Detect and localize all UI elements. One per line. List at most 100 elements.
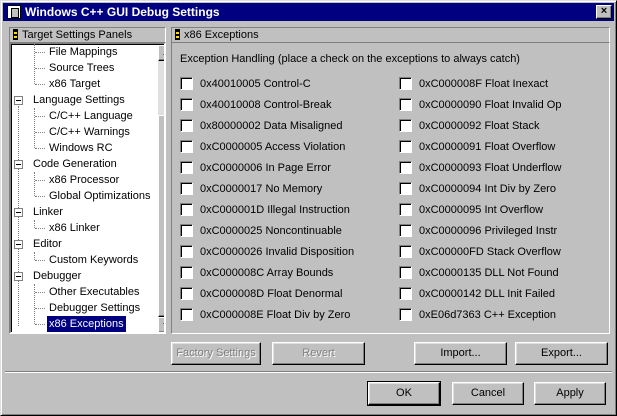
cancel-button[interactable]: Cancel bbox=[452, 382, 524, 405]
exception-checkbox[interactable] bbox=[399, 203, 412, 216]
app-icon bbox=[7, 5, 21, 19]
exception-checkbox[interactable] bbox=[399, 161, 412, 174]
tree-item-linker[interactable]: Linker bbox=[31, 204, 65, 220]
tree-scrollbar[interactable] bbox=[158, 45, 164, 332]
collapse-toggle-editor[interactable] bbox=[14, 240, 23, 249]
tree-guide bbox=[35, 116, 45, 117]
exception-checkbox[interactable] bbox=[399, 245, 412, 258]
scroll-up-button[interactable] bbox=[158, 45, 164, 61]
tree-item-x86-processor[interactable]: x86 Processor bbox=[47, 172, 121, 188]
exception-checkbox[interactable] bbox=[399, 140, 412, 153]
exception-label: 0xC0000026 Invalid Disposition bbox=[200, 246, 355, 258]
exception-label: 0xC000001D Illegal Instruction bbox=[200, 204, 350, 216]
exception-checkbox[interactable] bbox=[399, 77, 412, 90]
tree-item-other-executables[interactable]: Other Executables bbox=[47, 284, 142, 300]
exception-label: 0xC0000135 DLL Not Found bbox=[419, 267, 559, 279]
exception-label: 0x80000002 Data Misaligned bbox=[200, 120, 343, 132]
exception-checkbox[interactable] bbox=[180, 287, 193, 300]
exception-checkbox[interactable] bbox=[180, 119, 193, 132]
exception-checkbox[interactable] bbox=[399, 308, 412, 321]
tree-item-code-generation[interactable]: Code Generation bbox=[31, 156, 119, 172]
exception-checkbox[interactable] bbox=[180, 203, 193, 216]
arrow-up-icon bbox=[163, 51, 164, 55]
exception-checkbox[interactable] bbox=[399, 119, 412, 132]
exception-checkbox[interactable] bbox=[180, 308, 193, 321]
exception-checkbox[interactable] bbox=[180, 98, 193, 111]
exception-checkbox[interactable] bbox=[180, 182, 193, 195]
collapse-toggle-code-generation[interactable] bbox=[14, 160, 23, 169]
exception-label: 0xC000008E Float Div by Zero bbox=[200, 309, 351, 321]
close-button[interactable]: × bbox=[596, 5, 612, 19]
apply-button[interactable]: Apply bbox=[534, 382, 606, 405]
panel-icon bbox=[175, 29, 180, 40]
exceptions-panel: Exception Handling (place a check on the… bbox=[171, 42, 610, 334]
exception-checkbox[interactable] bbox=[399, 182, 412, 195]
exception-checkbox[interactable] bbox=[180, 161, 193, 174]
tree-item-x86-target[interactable]: x86 Target bbox=[47, 76, 102, 92]
tree-guide bbox=[35, 180, 45, 181]
scroll-thumb[interactable] bbox=[158, 115, 164, 317]
tree-item-windows-rc[interactable]: Windows RC bbox=[47, 140, 115, 156]
tree-item-x86-linker[interactable]: x86 Linker bbox=[47, 220, 102, 236]
exception-label: 0xC0000090 Float Invalid Op bbox=[419, 99, 562, 111]
collapse-toggle-linker[interactable] bbox=[14, 208, 23, 217]
exception-label: 0xC0000142 DLL Init Failed bbox=[419, 288, 555, 300]
exception-label: 0xC000008D Float Denormal bbox=[200, 288, 343, 300]
window-title: Windows C++ GUI Debug Settings bbox=[25, 5, 220, 19]
exception-label: 0xC0000093 Float Underflow bbox=[419, 162, 562, 174]
factory-settings-button[interactable]: Factory Settings bbox=[171, 342, 261, 365]
tree-header-label: Target Settings Panels bbox=[22, 29, 133, 41]
exception-checkbox[interactable] bbox=[399, 266, 412, 279]
exception-checkbox[interactable] bbox=[180, 224, 193, 237]
tree-guide bbox=[35, 228, 45, 229]
tree-guide bbox=[35, 84, 45, 85]
tree-item-debugger[interactable]: Debugger bbox=[31, 268, 83, 284]
exception-label: 0x40010005 Control-C bbox=[200, 78, 311, 90]
export-button[interactable]: Export... bbox=[515, 342, 608, 365]
tree-item-editor[interactable]: Editor bbox=[31, 236, 64, 252]
title-bar[interactable]: Windows C++ GUI Debug Settings × bbox=[3, 3, 614, 21]
settings-window: Windows C++ GUI Debug Settings × Target … bbox=[0, 0, 617, 416]
tree-guide bbox=[34, 108, 35, 148]
exception-checkbox[interactable] bbox=[180, 266, 193, 279]
tree-item-x86-exceptions[interactable]: x86 Exceptions bbox=[47, 316, 126, 332]
revert-button[interactable]: Revert bbox=[272, 342, 365, 365]
panel-header-label: x86 Exceptions bbox=[184, 29, 259, 41]
settings-tree[interactable]: File Mappings Source Trees x86 Target La… bbox=[9, 42, 166, 334]
tree-guide bbox=[34, 172, 35, 196]
panel-icon bbox=[13, 29, 18, 40]
exception-label: 0x40010008 Control-Break bbox=[200, 99, 332, 111]
exception-label: 0xC0000095 Int Overflow bbox=[419, 204, 544, 216]
exception-label: 0xC000008F Float Inexact bbox=[419, 78, 549, 90]
exception-label: 0xC000008C Array Bounds bbox=[200, 267, 334, 279]
exception-checkbox[interactable] bbox=[399, 98, 412, 111]
exception-label: 0xC00000FD Stack Overflow bbox=[419, 246, 561, 258]
exception-label: 0xC0000091 Float Overflow bbox=[419, 141, 556, 153]
collapse-toggle-language-settings[interactable] bbox=[14, 96, 23, 105]
tree-guide bbox=[34, 44, 35, 84]
tree-guide bbox=[35, 148, 45, 149]
exception-checkbox[interactable] bbox=[399, 224, 412, 237]
exception-checkbox[interactable] bbox=[180, 140, 193, 153]
collapse-toggle-debugger[interactable] bbox=[14, 272, 23, 281]
exception-checkbox[interactable] bbox=[399, 287, 412, 300]
tree-item-source-trees[interactable]: Source Trees bbox=[47, 60, 116, 76]
exception-label: 0xC0000092 Float Stack bbox=[419, 120, 540, 132]
tree-item-language-settings[interactable]: Language Settings bbox=[31, 92, 127, 108]
scroll-down-button[interactable] bbox=[158, 317, 164, 332]
exception-label: 0xE06d7363 C++ Exception bbox=[419, 309, 556, 321]
tree-item-c-cpp-warnings[interactable]: C/C++ Warnings bbox=[47, 124, 132, 140]
tree-guide bbox=[34, 284, 35, 324]
tree-item-file-mappings[interactable]: File Mappings bbox=[47, 44, 119, 60]
tree-item-custom-keywords[interactable]: Custom Keywords bbox=[47, 252, 140, 268]
tree-item-c-cpp-language[interactable]: C/C++ Language bbox=[47, 108, 135, 124]
tree-guide bbox=[35, 68, 45, 69]
exception-checkbox[interactable] bbox=[180, 77, 193, 90]
tree-guide bbox=[35, 196, 45, 197]
exception-checkbox[interactable] bbox=[180, 245, 193, 258]
ok-button[interactable]: OK bbox=[367, 381, 441, 406]
tree-item-global-optimizations[interactable]: Global Optimizations bbox=[47, 188, 153, 204]
import-button[interactable]: Import... bbox=[414, 342, 507, 365]
exception-label: 0xC0000025 Noncontinuable bbox=[200, 225, 342, 237]
tree-item-debugger-settings[interactable]: Debugger Settings bbox=[47, 300, 142, 316]
